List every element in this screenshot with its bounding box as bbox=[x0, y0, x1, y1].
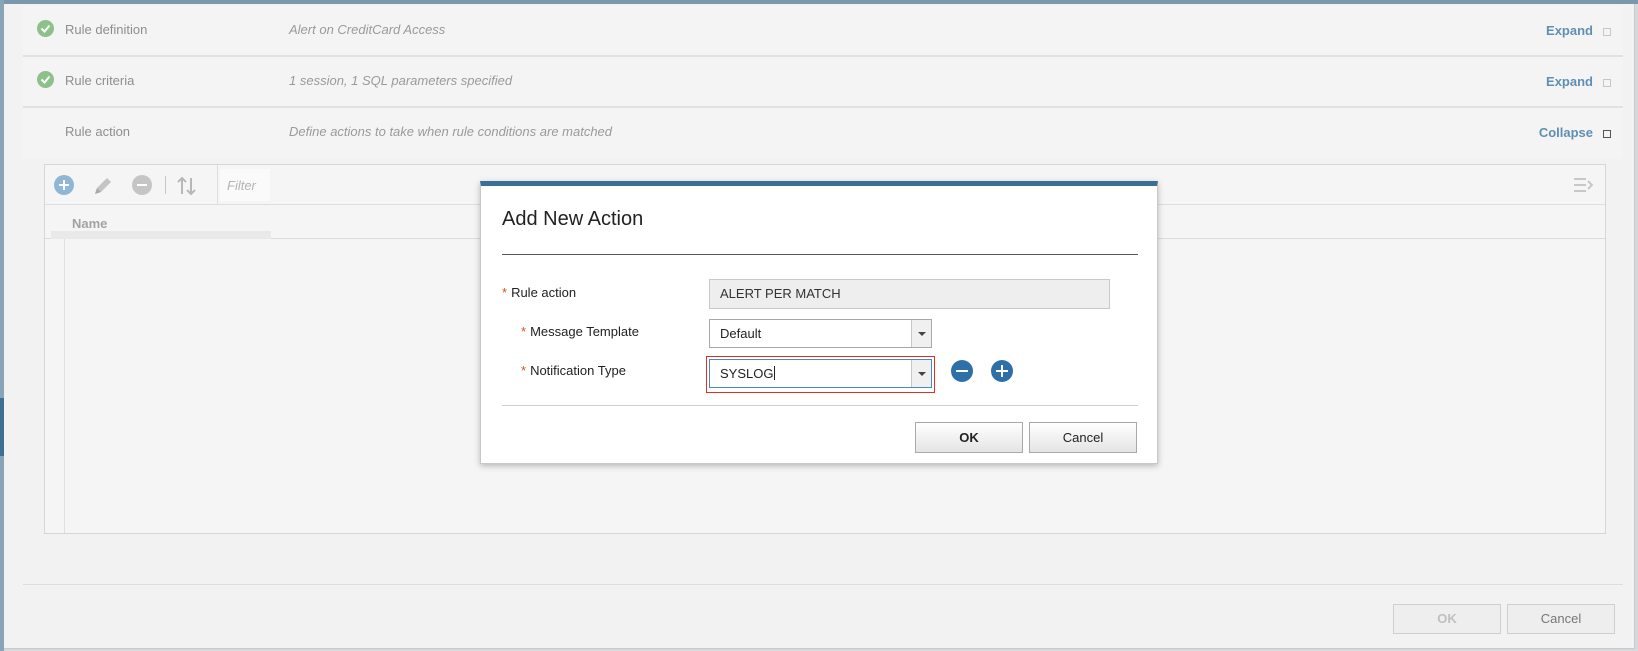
required-indicator: * bbox=[521, 324, 527, 339]
toolbar-separator bbox=[217, 165, 218, 205]
remove-notification-icon[interactable] bbox=[951, 360, 973, 382]
section-rule-criteria[interactable]: Rule criteria 1 session, 1 SQL parameter… bbox=[23, 57, 1623, 108]
section-title: Rule action bbox=[65, 124, 131, 139]
collapse-link[interactable]: Collapse bbox=[1539, 125, 1593, 140]
remove-action-icon[interactable] bbox=[132, 175, 152, 195]
ok-button[interactable]: OK bbox=[1393, 604, 1501, 634]
add-new-action-dialog: Add New Action * Rule action ALERT PER MA… bbox=[480, 181, 1158, 464]
section-description: Alert on CreditCard Access bbox=[289, 22, 446, 37]
expand-link[interactable]: Expand bbox=[1546, 74, 1593, 89]
section-description: Define actions to take when rule conditi… bbox=[289, 124, 613, 139]
required-indicator: * bbox=[502, 285, 508, 300]
expand-link[interactable]: Expand bbox=[1546, 23, 1593, 38]
notification-type-row: * Notification Type bbox=[521, 363, 626, 393]
section-rule-definition[interactable]: Rule definition Alert on CreditCard Acce… bbox=[23, 6, 1623, 57]
rule-action-field: ALERT PER MATCH bbox=[709, 279, 1110, 309]
column-header-name[interactable]: Name bbox=[72, 216, 107, 231]
divider bbox=[23, 584, 1623, 585]
dialog-cancel-button[interactable]: Cancel bbox=[1029, 422, 1137, 453]
divider bbox=[502, 405, 1138, 406]
add-action-icon[interactable] bbox=[54, 175, 74, 195]
collapse-icon[interactable] bbox=[1603, 130, 1611, 138]
required-indicator: * bbox=[521, 363, 527, 378]
chevron-down-icon[interactable] bbox=[911, 320, 931, 347]
section-rule-action[interactable]: Rule action Define actions to take when … bbox=[23, 108, 1623, 159]
column-settings-icon[interactable] bbox=[1573, 176, 1594, 197]
section-description: 1 session, 1 SQL parameters specified bbox=[289, 73, 513, 88]
divider bbox=[502, 254, 1138, 255]
toolbar-separator bbox=[165, 176, 166, 194]
message-template-select[interactable]: Default bbox=[709, 319, 932, 348]
message-template-row: * Message Template bbox=[521, 324, 639, 354]
section-title: Rule definition bbox=[65, 22, 148, 37]
notification-type-label: Notification Type bbox=[530, 363, 626, 378]
rule-action-label: Rule action bbox=[511, 285, 577, 300]
section-title: Rule criteria bbox=[65, 73, 135, 88]
text-cursor bbox=[774, 366, 776, 380]
message-template-value: Default bbox=[720, 326, 762, 341]
chevron-down-icon[interactable] bbox=[911, 360, 931, 387]
check-icon bbox=[37, 20, 54, 37]
edit-pencil-icon[interactable] bbox=[92, 175, 112, 195]
filter-placeholder: Filter bbox=[227, 178, 256, 193]
rule-action-row: * Rule action bbox=[502, 285, 576, 315]
notification-type-value: SYSLOG bbox=[720, 366, 774, 381]
check-icon bbox=[37, 71, 54, 88]
expand-icon[interactable] bbox=[1603, 79, 1611, 87]
expand-icon[interactable] bbox=[1603, 28, 1611, 36]
dialog-title: Add New Action bbox=[502, 208, 644, 230]
cancel-button[interactable]: Cancel bbox=[1507, 604, 1615, 634]
reorder-icon[interactable] bbox=[175, 175, 199, 196]
message-template-label: Message Template bbox=[530, 324, 639, 339]
notification-type-select[interactable]: SYSLOG bbox=[709, 359, 932, 388]
add-notification-icon[interactable] bbox=[991, 360, 1013, 382]
dialog-ok-button[interactable]: OK bbox=[915, 422, 1023, 453]
